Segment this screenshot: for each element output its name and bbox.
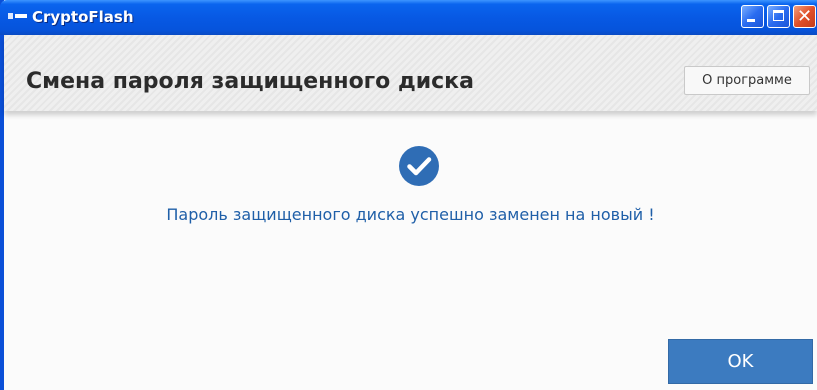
page-title: Смена пароля защищенного диска <box>26 69 474 94</box>
maximize-icon <box>773 10 784 21</box>
minimize-icon <box>747 19 755 22</box>
page-header: Смена пароля защищенного диска О програм… <box>4 35 817 111</box>
check-circle-icon <box>399 146 439 186</box>
window-title: CryptoFlash <box>32 8 134 26</box>
ok-button[interactable]: OK <box>668 339 813 384</box>
maximize-button[interactable] <box>767 5 790 28</box>
about-button[interactable]: О программе <box>684 66 810 95</box>
app-window: CryptoFlash ✕ Смена пароля защищенного д… <box>0 0 817 390</box>
title-bar[interactable]: CryptoFlash ✕ <box>0 0 817 35</box>
minimize-button[interactable] <box>741 5 764 28</box>
close-button[interactable]: ✕ <box>793 5 816 28</box>
close-icon: ✕ <box>796 6 813 27</box>
success-message: Пароль защищенного диска успешно заменен… <box>166 205 655 224</box>
app-icon <box>8 12 28 22</box>
